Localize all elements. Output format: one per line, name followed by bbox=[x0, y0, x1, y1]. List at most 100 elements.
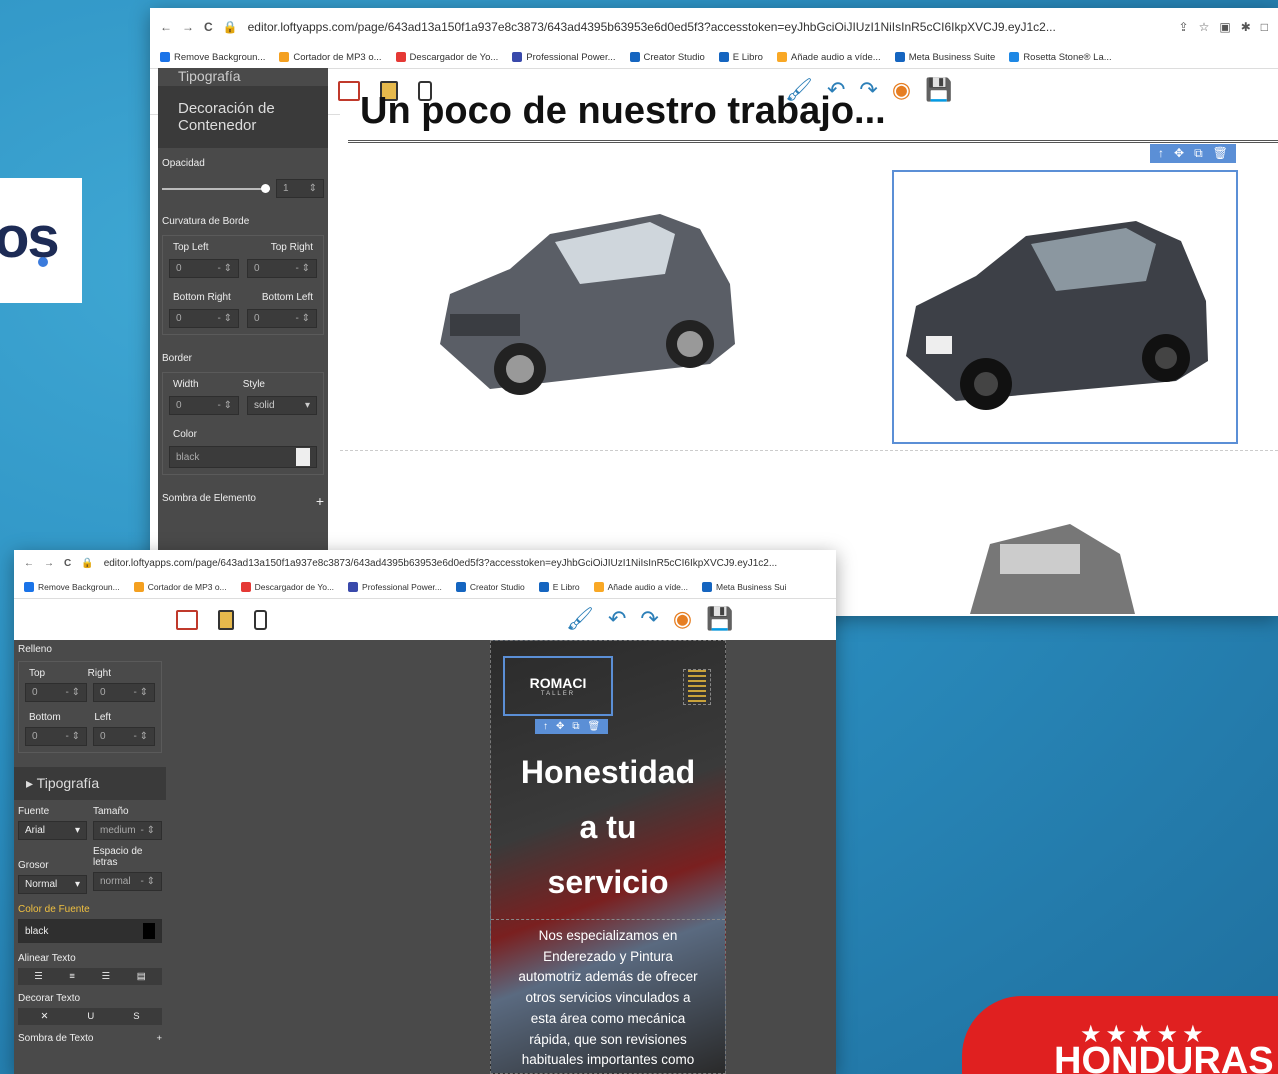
bookmark-item[interactable]: Creator Studio bbox=[455, 582, 525, 593]
drag-icon[interactable]: ✥ bbox=[556, 721, 564, 732]
hero-text-line: automotriz además de ofrecer bbox=[518, 969, 698, 985]
url-field[interactable]: editor.loftyapps.com/page/643ad13a150f1a… bbox=[248, 20, 1169, 34]
spacing-field[interactable]: normal - ⇕ bbox=[93, 872, 162, 891]
bookmark-item[interactable]: Cortador de MP3 o... bbox=[279, 52, 382, 63]
pad-bottom-field[interactable]: 0- ⇕ bbox=[25, 727, 87, 746]
sidebar-icon[interactable]: □ bbox=[1261, 20, 1268, 34]
section-title[interactable]: Decoración de Contenedor bbox=[158, 86, 328, 148]
color-swatch[interactable] bbox=[296, 448, 310, 466]
font-select[interactable]: Arial ▾ bbox=[18, 821, 87, 840]
border-width-field[interactable]: 0- ⇕ bbox=[169, 396, 239, 415]
damaged-car-image[interactable] bbox=[430, 174, 750, 414]
add-shadow-icon[interactable]: + bbox=[316, 493, 324, 509]
selected-logo-container[interactable]: ROMACI TALLER bbox=[503, 656, 613, 716]
bookmark-item[interactable]: Professional Power... bbox=[512, 52, 616, 63]
bookmark-item[interactable]: Creator Studio bbox=[629, 51, 705, 63]
forward-icon[interactable]: → bbox=[182, 20, 194, 34]
bookmark-item[interactable]: Descargador de Yo... bbox=[395, 52, 498, 63]
bookmark-item[interactable]: E Libro bbox=[538, 582, 580, 593]
decor-option-button[interactable]: ✕ bbox=[40, 1011, 48, 1022]
bookmark-item[interactable]: Rosetta Stone® La... bbox=[1009, 51, 1112, 63]
star-icon[interactable]: ☆ bbox=[1199, 20, 1210, 34]
forward-icon[interactable]: → bbox=[44, 558, 54, 569]
section-heading: Un poco de nuestro trabajo... bbox=[360, 90, 886, 132]
bookmark-favicon-icon bbox=[629, 51, 640, 62]
save-icon[interactable]: 💾 bbox=[925, 77, 952, 103]
align-left-icon[interactable]: ☰ bbox=[34, 971, 43, 982]
opacity-field[interactable]: 1 ⇕ bbox=[276, 179, 324, 198]
pad-top-field[interactable]: 0- ⇕ bbox=[25, 683, 87, 702]
puzzle-icon[interactable]: ✱ bbox=[1241, 20, 1251, 34]
bookmark-item[interactable]: Cortador de MP3 o... bbox=[133, 582, 227, 593]
pad-left-field[interactable]: 0- ⇕ bbox=[93, 727, 155, 746]
decor-option-button[interactable]: U bbox=[87, 1011, 94, 1022]
border-radius-group: Top Left Top Right 0- ⇕ 0- ⇕ Bottom Right B… bbox=[162, 235, 324, 335]
menu-icon[interactable] bbox=[683, 669, 711, 705]
align-buttons: ☰ ≡ ☰ ▤ bbox=[18, 968, 162, 985]
extension-icon[interactable]: ▣ bbox=[1219, 20, 1230, 34]
bookmark-item[interactable]: Meta Business Sui bbox=[701, 582, 786, 593]
top-left-field[interactable]: 0- ⇕ bbox=[169, 259, 239, 278]
save-icon[interactable]: 💾 bbox=[706, 606, 733, 632]
duplicate-icon[interactable]: ⧉ bbox=[1194, 146, 1203, 161]
bookmark-favicon-icon bbox=[1009, 51, 1020, 62]
undo-icon[interactable]: ↶ bbox=[608, 606, 626, 632]
address-bar-row: ← → C 🔒 editor.loftyapps.com/page/643ad1… bbox=[14, 550, 836, 576]
back-browser-window: ← → C 🔒 editor.loftyapps.com/page/643ad1… bbox=[150, 8, 1278, 616]
bookmark-favicon-icon bbox=[455, 582, 466, 593]
delete-icon[interactable]: 🗑 bbox=[1213, 146, 1228, 161]
front-browser-window: ← → C 🔒 editor.loftyapps.com/page/643ad1… bbox=[14, 550, 836, 1074]
preview-eye-icon[interactable]: ◉ bbox=[892, 77, 911, 103]
bookmark-item[interactable]: Añade audio a víde... bbox=[776, 52, 881, 63]
border-style-select[interactable]: solid ▾ bbox=[247, 396, 317, 415]
align-right-icon[interactable]: ☰ bbox=[102, 971, 111, 982]
align-center-icon[interactable]: ≡ bbox=[69, 971, 75, 982]
align-justify-icon[interactable]: ▤ bbox=[137, 971, 146, 982]
partial-car-image[interactable] bbox=[960, 514, 1140, 614]
tablet-view-icon[interactable] bbox=[218, 610, 234, 630]
pad-right-field[interactable]: 0- ⇕ bbox=[93, 683, 155, 702]
hero-text-line: Nos especializamos en bbox=[538, 928, 678, 943]
bookmark-item[interactable]: Professional Power... bbox=[348, 582, 442, 593]
back-icon[interactable]: ← bbox=[24, 558, 34, 569]
move-up-icon[interactable]: ↑ bbox=[1158, 146, 1164, 161]
font-color-swatch[interactable] bbox=[143, 923, 155, 939]
back-icon[interactable]: ← bbox=[160, 20, 172, 34]
move-up-icon[interactable]: ↑ bbox=[543, 721, 548, 732]
bottom-right-field[interactable]: 0- ⇕ bbox=[169, 309, 239, 328]
share-icon[interactable]: ⇪ bbox=[1179, 20, 1189, 34]
drag-icon[interactable]: ✥ bbox=[1174, 146, 1184, 161]
top-right-field[interactable]: 0- ⇕ bbox=[247, 259, 317, 278]
bookmark-item[interactable]: Meta Business Suite bbox=[894, 52, 995, 63]
preview-eye-icon[interactable]: ◉ bbox=[673, 606, 692, 632]
delete-icon[interactable]: 🗑 bbox=[588, 721, 601, 732]
duplicate-icon[interactable]: ⧉ bbox=[572, 721, 579, 732]
bookmark-item[interactable]: Remove Backgroun... bbox=[24, 582, 120, 593]
border-color-field[interactable]: black bbox=[169, 446, 317, 468]
opacity-slider[interactable] bbox=[162, 183, 270, 193]
bookmark-item[interactable]: Remove Backgroun... bbox=[160, 52, 265, 63]
typography-section-title[interactable]: ▸ Tipografía bbox=[14, 767, 166, 800]
reload-icon[interactable]: C bbox=[204, 20, 213, 34]
bookmark-item[interactable]: Añade audio a víde... bbox=[593, 582, 688, 593]
font-color-field[interactable]: black bbox=[18, 919, 162, 943]
decor-option-button[interactable]: S bbox=[133, 1011, 139, 1022]
repaired-car-image[interactable] bbox=[896, 186, 1216, 426]
add-text-shadow-icon[interactable]: + bbox=[156, 1033, 162, 1044]
reload-icon[interactable]: C bbox=[64, 558, 71, 569]
hero-title: Honestidad a tu servicio bbox=[491, 745, 725, 910]
paint-icon[interactable]: 🖌 bbox=[566, 606, 594, 632]
weight-select[interactable]: Normal ▾ bbox=[18, 875, 87, 894]
bookmarks-bar: Remove Backgroun... Cortador de MP3 o... D… bbox=[14, 576, 836, 598]
hero-title-line: Honestidad bbox=[520, 754, 696, 790]
desktop-view-icon[interactable] bbox=[338, 81, 360, 101]
redo-icon[interactable]: ↷ bbox=[640, 606, 658, 632]
bottom-left-field[interactable]: 0- ⇕ bbox=[247, 309, 317, 328]
url-field[interactable]: editor.loftyapps.com/page/643ad13a150f1a… bbox=[104, 558, 826, 569]
mobile-view-icon[interactable] bbox=[254, 610, 267, 630]
bookmark-item[interactable]: E Libro bbox=[718, 52, 763, 63]
desktop-view-icon[interactable] bbox=[176, 610, 198, 630]
size-field[interactable]: medium - ⇕ bbox=[93, 821, 162, 840]
bookmark-item[interactable]: Descargador de Yo... bbox=[240, 582, 334, 593]
selected-image-container[interactable] bbox=[892, 170, 1238, 444]
